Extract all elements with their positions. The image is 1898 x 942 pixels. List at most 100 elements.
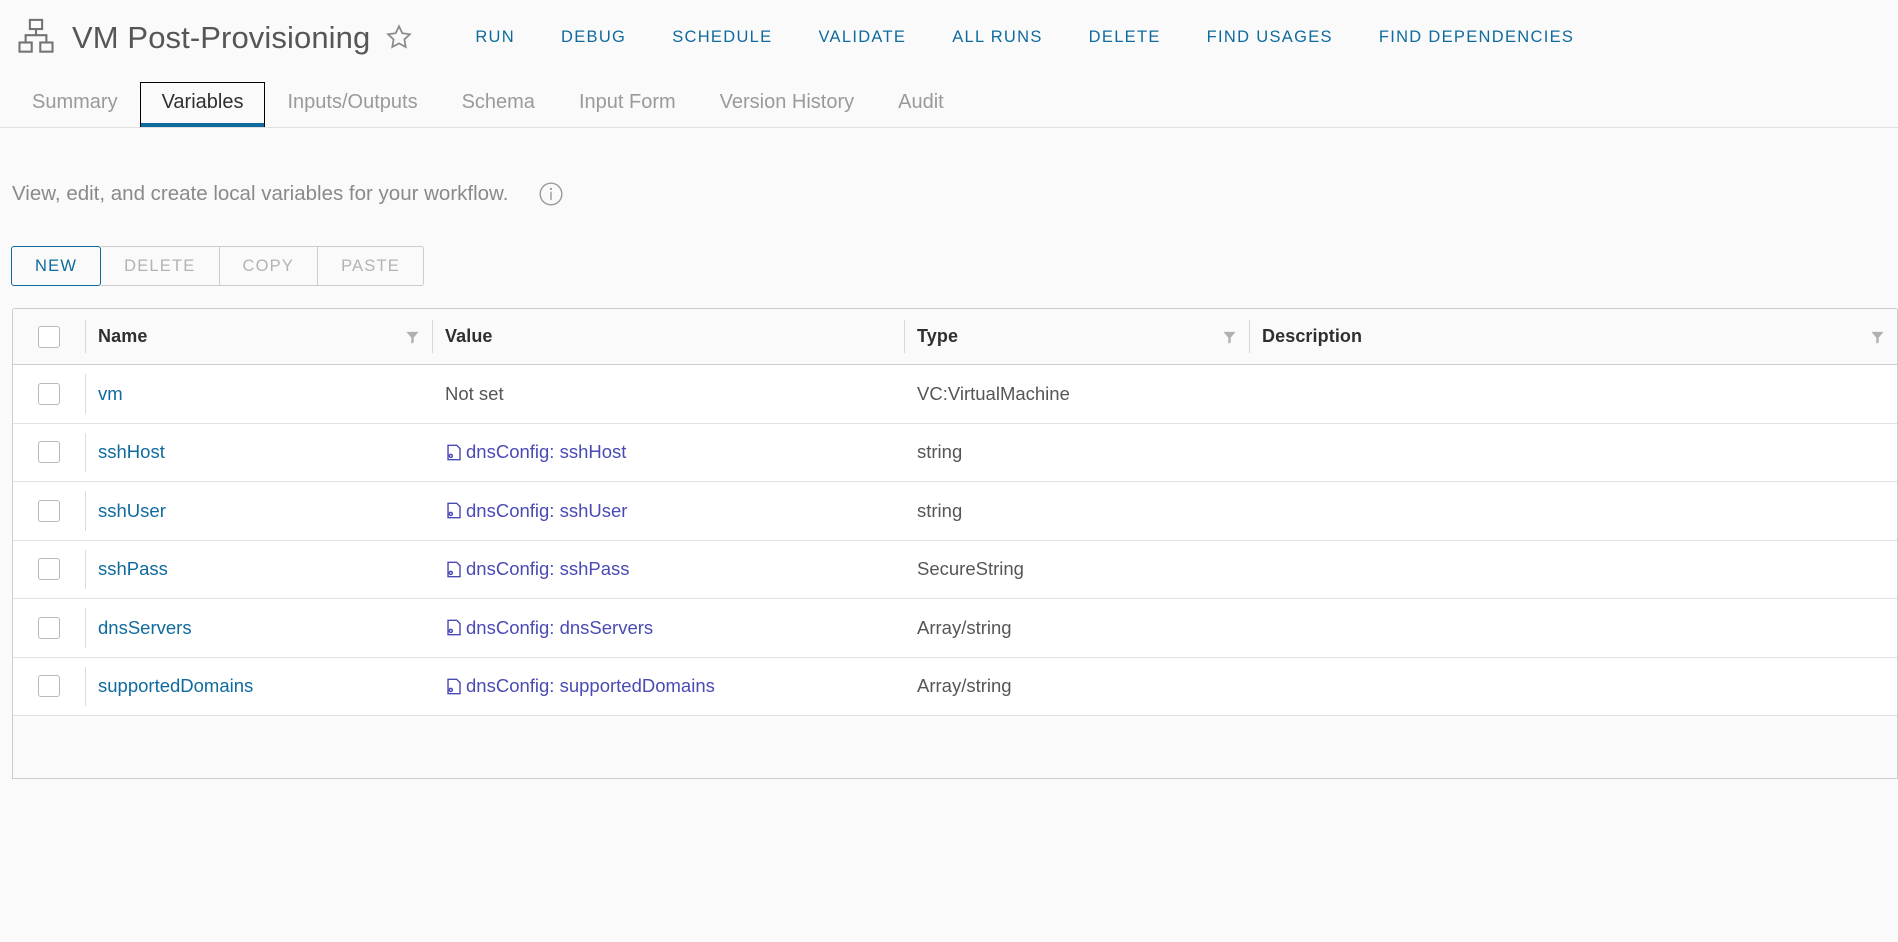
- row-checkbox[interactable]: [38, 558, 60, 581]
- description-text: View, edit, and create local variables f…: [12, 182, 509, 205]
- cell-name: sshPass: [85, 541, 432, 599]
- table-row[interactable]: supportedDomains dnsConfig: supportedDom…: [13, 657, 1897, 716]
- cell-type: VC:VirtualMachine: [904, 365, 1249, 423]
- variable-binding-label: dnsConfig: sshPass: [466, 558, 630, 580]
- info-circle-icon[interactable]: [538, 181, 564, 207]
- select-all-checkbox[interactable]: [38, 325, 60, 348]
- cell-type: Array/string: [904, 599, 1249, 657]
- tab-audit[interactable]: Audit: [876, 82, 966, 127]
- variable-binding[interactable]: dnsConfig: sshHost: [445, 441, 626, 463]
- cell-value: Not set: [432, 365, 904, 423]
- tab-summary[interactable]: Summary: [10, 82, 140, 127]
- variable-binding-label: dnsConfig: supportedDomains: [466, 675, 715, 697]
- new-button[interactable]: NEW: [11, 246, 102, 286]
- variables-table: Name Value Type Description vm Not set V…: [12, 308, 1898, 779]
- column-header-description-label: Description: [1262, 326, 1363, 346]
- action-schedule[interactable]: SCHEDULE: [649, 28, 795, 47]
- row-checkbox[interactable]: [38, 382, 60, 405]
- column-header-name-label: Name: [98, 326, 148, 346]
- cell-value: dnsConfig: sshPass: [432, 541, 904, 599]
- row-select-cell: [13, 658, 85, 716]
- variable-binding-label: dnsConfig: dnsServers: [466, 616, 654, 638]
- action-delete[interactable]: DELETE: [1066, 28, 1184, 47]
- table-row[interactable]: sshUser dnsConfig: sshUser string: [13, 482, 1897, 541]
- action-find-dependencies[interactable]: FIND DEPENDENCIES: [1356, 28, 1597, 47]
- row-checkbox[interactable]: [38, 441, 60, 464]
- config-binding-icon: [445, 618, 464, 637]
- star-outline-icon[interactable]: [384, 22, 414, 52]
- action-run[interactable]: RUN: [452, 28, 538, 47]
- variable-name-link[interactable]: supportedDomains: [98, 675, 253, 697]
- variable-name-link[interactable]: sshUser: [98, 500, 166, 522]
- cell-name: sshUser: [85, 482, 432, 540]
- variable-binding[interactable]: dnsConfig: sshUser: [445, 500, 627, 522]
- variable-value: Not set: [445, 382, 504, 404]
- variable-name-link[interactable]: sshPass: [98, 558, 168, 580]
- row-checkbox[interactable]: [38, 499, 60, 522]
- variable-binding-label: dnsConfig: sshUser: [466, 499, 628, 521]
- table-row[interactable]: sshHost dnsConfig: sshHost string: [13, 423, 1897, 482]
- row-select-cell: [13, 424, 85, 482]
- variable-name-link[interactable]: dnsServers: [98, 617, 192, 639]
- row-select-cell: [13, 365, 85, 423]
- cell-description: [1249, 541, 1897, 599]
- cell-description: [1249, 424, 1897, 482]
- action-debug[interactable]: DEBUG: [538, 28, 649, 47]
- action-find-usages[interactable]: FIND USAGES: [1184, 28, 1356, 47]
- row-select-cell: [13, 482, 85, 540]
- cell-description: [1249, 658, 1897, 716]
- row-checkbox[interactable]: [38, 675, 60, 698]
- variable-type: string: [917, 441, 963, 463]
- column-header-type-label: Type: [917, 326, 959, 346]
- cell-value: dnsConfig: supportedDomains: [432, 658, 904, 716]
- column-header-type[interactable]: Type: [904, 309, 1249, 364]
- tab-variables[interactable]: Variables: [139, 82, 266, 127]
- cell-type: string: [904, 482, 1249, 540]
- column-header-description[interactable]: Description: [1249, 309, 1897, 364]
- row-select-cell: [13, 541, 85, 599]
- variable-type: SecureString: [917, 558, 1024, 580]
- column-header-value-label: Value: [445, 326, 493, 346]
- column-header-name[interactable]: Name: [85, 309, 432, 364]
- table-row[interactable]: sshPass dnsConfig: sshPass SecureString: [13, 540, 1897, 599]
- config-binding-icon: [445, 677, 464, 696]
- description-row: View, edit, and create local variables f…: [12, 181, 1898, 207]
- table-row[interactable]: vm Not set VC:VirtualMachine: [13, 365, 1897, 424]
- filter-icon-name[interactable]: [405, 329, 420, 344]
- filter-icon-type[interactable]: [1222, 329, 1237, 344]
- tab-version-history[interactable]: Version History: [698, 82, 877, 127]
- paste-button[interactable]: PASTE: [317, 246, 424, 286]
- copy-button[interactable]: COPY: [218, 246, 318, 286]
- tab-schema[interactable]: Schema: [440, 82, 557, 127]
- cell-description: [1249, 599, 1897, 657]
- variable-binding[interactable]: dnsConfig: supportedDomains: [445, 675, 715, 697]
- header-actions: RUN DEBUG SCHEDULE VALIDATE ALL RUNS DEL…: [452, 28, 1597, 47]
- variable-binding[interactable]: dnsConfig: dnsServers: [445, 617, 653, 639]
- tab-inputs-outputs[interactable]: Inputs/Outputs: [265, 82, 439, 127]
- cell-type: Array/string: [904, 658, 1249, 716]
- column-header-value[interactable]: Value: [432, 309, 904, 364]
- variable-binding[interactable]: dnsConfig: sshPass: [445, 558, 630, 580]
- variable-name-link[interactable]: vm: [98, 383, 123, 405]
- cell-value: dnsConfig: sshHost: [432, 424, 904, 482]
- cell-name: dnsServers: [85, 599, 432, 657]
- page-title: VM Post-Provisioning: [72, 19, 371, 55]
- workflow-schema-icon: [14, 15, 58, 59]
- variable-type: string: [917, 499, 963, 521]
- action-validate[interactable]: VALIDATE: [795, 28, 929, 47]
- row-checkbox[interactable]: [38, 616, 60, 639]
- variable-type: Array/string: [917, 675, 1012, 697]
- page-header: VM Post-Provisioning RUN DEBUG SCHEDULE …: [0, 0, 1898, 74]
- variable-name-link[interactable]: sshHost: [98, 441, 165, 463]
- cell-description: [1249, 365, 1897, 423]
- cell-description: [1249, 482, 1897, 540]
- table-row[interactable]: dnsServers dnsConfig: dnsServers Array/s…: [13, 599, 1897, 658]
- tab-input-form[interactable]: Input Form: [557, 82, 698, 127]
- variables-toolbar: NEW DELETE COPY PASTE: [11, 246, 1898, 286]
- tab-bar: Summary Variables Inputs/Outputs Schema …: [0, 74, 1898, 128]
- action-all-runs[interactable]: ALL RUNS: [929, 28, 1065, 47]
- filter-icon-description[interactable]: [1870, 329, 1885, 344]
- delete-button[interactable]: DELETE: [101, 246, 219, 286]
- cell-value: dnsConfig: dnsServers: [432, 599, 904, 657]
- cell-name: vm: [85, 365, 432, 423]
